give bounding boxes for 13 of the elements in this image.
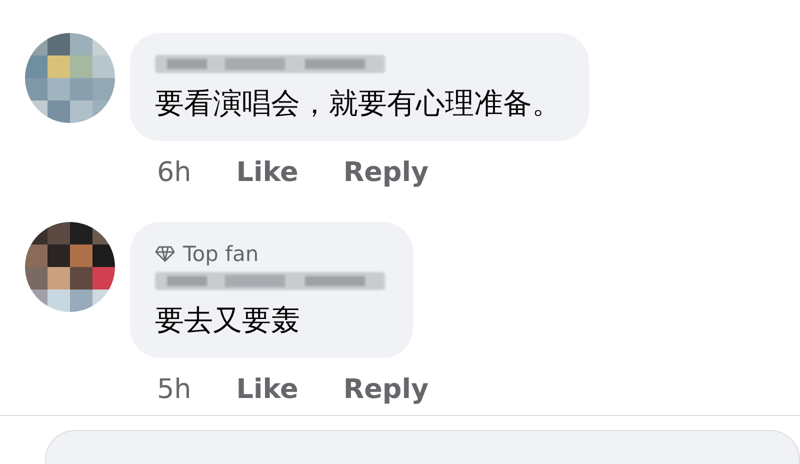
comment-action[interactable]: Reply — [343, 157, 429, 188]
top-fan-label: Top fan — [183, 242, 259, 266]
diamond-icon — [155, 246, 175, 262]
comment-action[interactable]: Like — [236, 157, 298, 188]
comment-time[interactable]: 6h — [157, 157, 192, 188]
comment-text: 要看演唱会，就要有心理准备。 — [155, 85, 561, 122]
avatar[interactable] — [25, 222, 115, 312]
comment-action[interactable]: Reply — [343, 374, 429, 405]
comment-time[interactable]: 5h — [157, 374, 192, 405]
blurred-name[interactable] — [155, 270, 385, 292]
comment-action[interactable]: Like — [236, 374, 298, 405]
comment-text: 要去又要轰 — [155, 302, 301, 339]
blurred-name[interactable] — [155, 53, 385, 75]
